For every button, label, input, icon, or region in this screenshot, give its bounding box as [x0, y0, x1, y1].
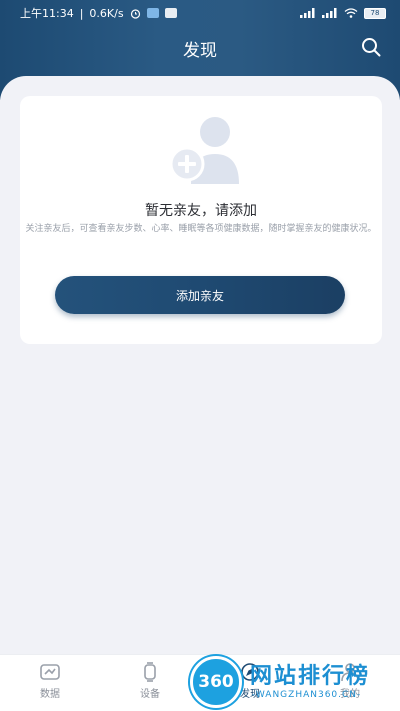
main-panel: 暂无亲友，请添加 关注亲友后，可查看亲友步数、心率、睡眠等各项健康数据，随时掌握…: [0, 76, 400, 656]
battery-level: 78: [370, 9, 380, 17]
empty-state-card: 暂无亲友，请添加 关注亲友后，可查看亲友步数、心率、睡眠等各项健康数据，随时掌握…: [20, 96, 382, 344]
status-right: 78: [300, 7, 386, 19]
tab-device[interactable]: 设备: [100, 655, 200, 711]
add-friend-button[interactable]: 添加亲友: [55, 276, 345, 314]
add-friend-illustration-icon: [169, 117, 239, 184]
page-title: 发现: [183, 40, 217, 61]
tab-discover[interactable]: 发现: [200, 655, 300, 711]
tab-device-label: 设备: [140, 689, 160, 700]
profile-icon: [341, 663, 359, 682]
cloud-icon: [146, 8, 159, 18]
status-speed: 0.6K/s: [89, 6, 124, 20]
status-left: 上午11:34 | 0.6K/s: [20, 5, 177, 21]
page-header: 发现: [0, 28, 400, 68]
discover-icon: [241, 663, 259, 681]
tab-profile-label: 我的: [340, 689, 360, 700]
wifi-icon: [344, 8, 358, 18]
alarm-icon: [130, 8, 140, 19]
status-separator: |: [79, 6, 84, 20]
tab-data[interactable]: 数据: [0, 655, 100, 711]
app-notification-icon: [164, 8, 177, 18]
status-bar: 上午11:34 | 0.6K/s 78: [0, 0, 400, 26]
signal-icon: [300, 8, 315, 18]
watch-icon: [144, 662, 156, 682]
data-icon: [40, 664, 60, 680]
tab-discover-label: 发现: [240, 689, 260, 700]
status-time: 上午11:34: [20, 7, 74, 20]
battery-icon: 78: [364, 7, 386, 19]
search-icon[interactable]: [360, 36, 382, 58]
empty-state-description: 关注亲友后，可查看亲友步数、心率、睡眠等各项健康数据，随时掌握亲友的健康状况。: [25, 224, 377, 234]
tab-data-label: 数据: [40, 689, 60, 700]
bottom-tab-bar: 数据 设备 发现 我的: [0, 654, 400, 711]
empty-state-title: 暂无亲友，请添加: [145, 203, 257, 219]
tab-profile[interactable]: 我的: [300, 655, 400, 711]
signal-icon-2: [322, 8, 337, 18]
